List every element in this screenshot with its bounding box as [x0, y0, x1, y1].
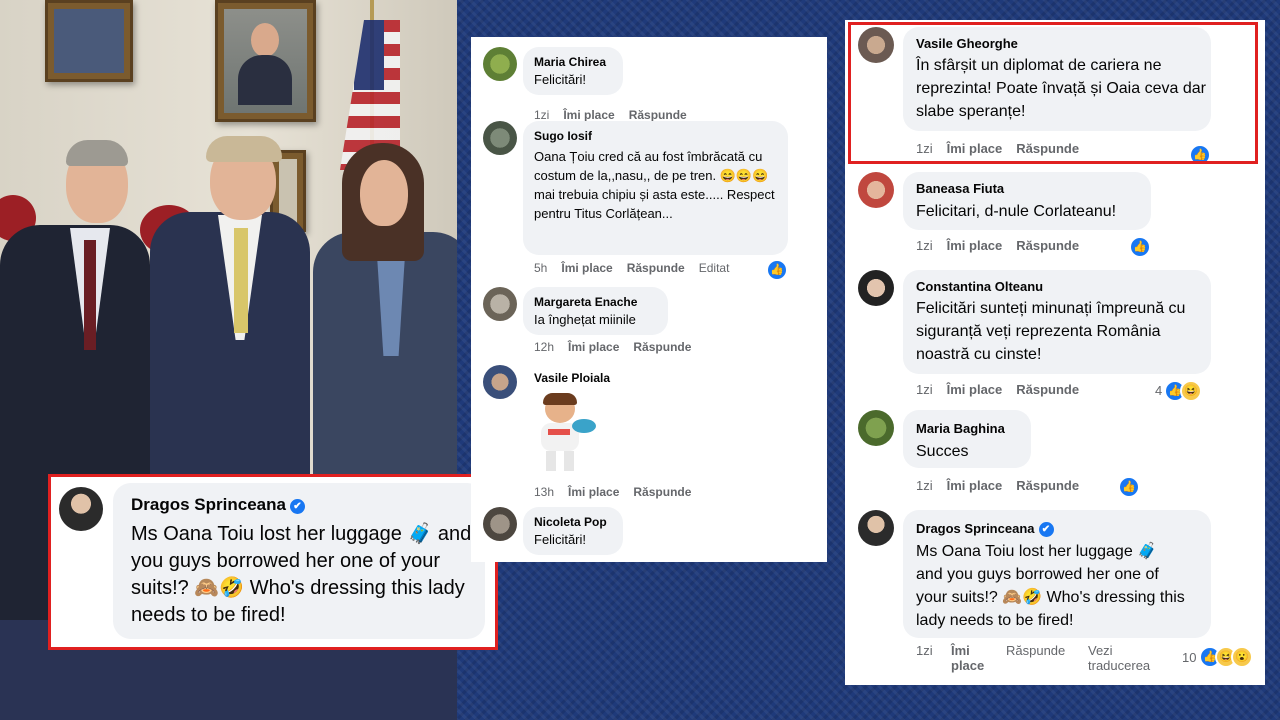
comment-meta: 12h Îmi place Răspunde: [534, 340, 705, 354]
commenter-name[interactable]: Vasile Ploiala: [534, 371, 610, 385]
comment-meta: 1zi Îmi place Răspunde: [916, 382, 1093, 397]
like-link[interactable]: Îmi place: [951, 643, 991, 673]
avatar[interactable]: [858, 27, 894, 63]
wow-reaction-icon[interactable]: 😮: [1231, 646, 1253, 668]
comment-time: 5h: [534, 261, 548, 275]
commenter-name[interactable]: Constantina Olteanu: [916, 279, 1043, 294]
commenter-name[interactable]: Nicoleta Pop: [534, 515, 607, 529]
comment-time: 1zi: [916, 141, 933, 156]
highlighted-quote: Dragos Sprinceana ✔ Ms Oana Toiu lost her…: [48, 474, 498, 650]
avatar[interactable]: [483, 47, 517, 81]
reply-link[interactable]: Răspunde: [633, 340, 691, 354]
comment-text: Felicitări!: [534, 532, 587, 547]
comment-text: Ia înghețat miinile: [534, 312, 636, 327]
like-reaction-icon[interactable]: 👍: [1118, 476, 1140, 498]
comments-panel-right: Vasile Gheorghe În sfârșit un diplomat d…: [845, 20, 1265, 685]
commenter-name[interactable]: Maria Chirea: [534, 55, 606, 69]
comment-text: Oana Țoiu cred că au fost îmbrăcată cu c…: [534, 149, 775, 221]
comment-meta: 1zi Îmi place Răspunde: [916, 478, 1093, 493]
comment-meta: 5h Îmi place Răspunde Editat: [534, 261, 743, 275]
avatar: [59, 487, 103, 531]
reply-link[interactable]: Răspunde: [1016, 141, 1079, 156]
avatar[interactable]: [483, 287, 517, 321]
comment-text: Succes: [916, 443, 969, 460]
sticker-image: [528, 393, 600, 473]
reaction-count[interactable]: 4: [1155, 383, 1162, 398]
reply-link[interactable]: Răspunde: [1016, 478, 1079, 493]
commenter-name[interactable]: Margareta Enache: [534, 295, 637, 309]
avatar[interactable]: [858, 270, 894, 306]
verified-badge-icon: ✔: [1038, 522, 1054, 537]
reply-link[interactable]: Răspunde: [629, 108, 687, 122]
comment-time: 12h: [534, 340, 555, 354]
avatar[interactable]: [858, 410, 894, 446]
avatar[interactable]: [858, 172, 894, 208]
reply-link[interactable]: Răspunde: [1006, 643, 1065, 658]
commenter-name[interactable]: Maria Baghina: [916, 421, 1005, 436]
comment-time: 1zi: [534, 108, 550, 122]
comment-text: Ms Oana Toiu lost her luggage 🧳 and you …: [131, 523, 472, 626]
like-link[interactable]: Îmi place: [947, 238, 1003, 253]
like-link[interactable]: Îmi place: [561, 261, 612, 275]
comment-meta: 13h Îmi place Răspunde: [534, 485, 705, 499]
avatar[interactable]: [483, 121, 517, 155]
comment-bubble: Dragos Sprinceana ✔ Ms Oana Toiu lost her…: [903, 510, 1211, 638]
portrait-frame: [215, 0, 316, 122]
edited-label: Editat: [698, 261, 730, 275]
comment-text: În sfârșit un diplomat de cariera ne rep…: [916, 57, 1206, 120]
like-link[interactable]: Îmi place: [947, 382, 1003, 397]
comment-text: Felicitări!: [534, 72, 587, 87]
verified-badge-icon: ✔: [289, 499, 305, 514]
wall-picture-frame: [45, 0, 133, 82]
comment-time: 1zi: [916, 478, 933, 493]
comment-bubble: Sugo Iosif Oana Țoiu cred că au fost îmb…: [523, 121, 788, 255]
comment-bubble: Maria Baghina Succes: [903, 410, 1031, 468]
comment-meta: 1zi Îmi place Răspunde: [534, 108, 701, 122]
comment-time: 1zi: [916, 382, 933, 397]
like-reaction-icon[interactable]: 👍: [1129, 236, 1151, 258]
commenter-name[interactable]: Dragos Sprinceana ✔: [131, 495, 305, 515]
reply-link[interactable]: Răspunde: [633, 485, 691, 499]
avatar[interactable]: [483, 365, 517, 399]
comment-text: Felicitări sunteți minunați împreună cu …: [916, 300, 1186, 363]
commenter-name[interactable]: Sugo Iosif: [534, 129, 592, 143]
avatar[interactable]: [858, 510, 894, 546]
like-link[interactable]: Îmi place: [568, 340, 619, 354]
reaction-count[interactable]: 10: [1182, 650, 1196, 665]
like-reaction-icon[interactable]: 👍: [766, 259, 788, 281]
comment-meta: 1zi Îmi place Răspunde: [916, 238, 1093, 253]
comment-bubble: Constantina Olteanu Felicitări sunteți m…: [903, 270, 1211, 374]
comment-time: 13h: [534, 485, 555, 499]
comment-meta: 1zi Îmi place Răspunde: [916, 141, 1093, 156]
comment-bubble: Nicoleta Pop Felicitări!: [523, 507, 623, 555]
like-link[interactable]: Îmi place: [563, 108, 614, 122]
comment-time: 1zi: [916, 238, 933, 253]
comment-bubble: Dragos Sprinceana ✔ Ms Oana Toiu lost her…: [113, 483, 485, 639]
reply-link[interactable]: Răspunde: [627, 261, 685, 275]
like-link[interactable]: Îmi place: [568, 485, 619, 499]
comment-bubble: Maria Chirea Felicitări!: [523, 47, 623, 95]
translate-link[interactable]: Vezi traducerea: [1088, 643, 1168, 673]
like-link[interactable]: Îmi place: [947, 141, 1003, 156]
commenter-name[interactable]: Vasile Gheorghe: [916, 36, 1018, 51]
comment-time: 1zi: [916, 643, 933, 658]
avatar[interactable]: [483, 507, 517, 541]
comment-bubble: Vasile Gheorghe În sfârșit un diplomat d…: [903, 27, 1211, 131]
like-link[interactable]: Îmi place: [947, 478, 1003, 493]
commenter-name[interactable]: Dragos Sprinceana ✔: [916, 521, 1054, 537]
comment-bubble: Margareta Enache Ia înghețat miinile: [523, 287, 668, 335]
haha-reaction-icon[interactable]: 😆: [1180, 380, 1202, 402]
reply-link[interactable]: Răspunde: [1016, 382, 1079, 397]
commenter-name[interactable]: Baneasa Fiuta: [916, 181, 1004, 196]
reply-link[interactable]: Răspunde: [1016, 238, 1079, 253]
comment-text: Felicitari, d-nule Corlateanu!: [916, 203, 1117, 220]
like-reaction-icon[interactable]: 👍: [1189, 144, 1211, 166]
comment-bubble: Baneasa Fiuta Felicitari, d-nule Corlate…: [903, 172, 1151, 230]
comments-panel-middle: Maria Chirea Felicitări! 1zi Îmi place Răs…: [471, 37, 827, 562]
comment-text: Ms Oana Toiu lost her luggage 🧳 and you …: [916, 543, 1185, 629]
